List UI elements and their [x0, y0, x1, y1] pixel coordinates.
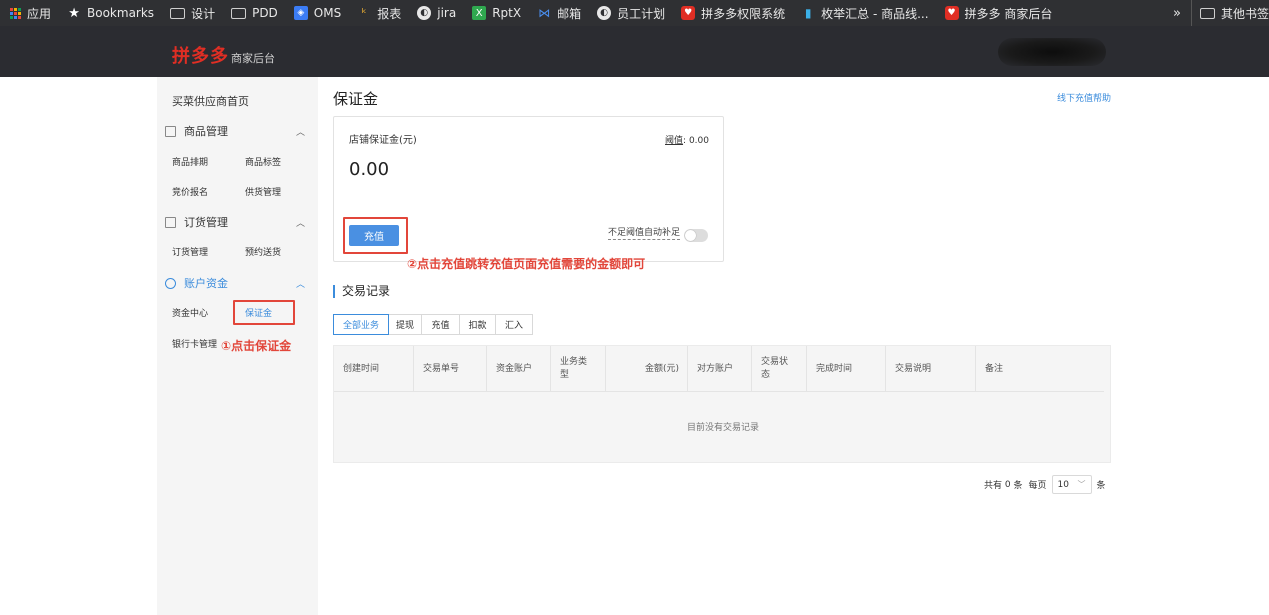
sidebar-item-appointment[interactable]: 预约送货 [245, 245, 281, 258]
pdd-icon: ♥ [681, 6, 696, 20]
section-title-transactions: 交易记录 [333, 285, 390, 298]
logo[interactable]: 拼多多 商家后台 [172, 42, 275, 68]
bookmark-pdd-permission[interactable]: ♥ 拼多多权限系统 [681, 5, 785, 22]
order-icon [165, 216, 176, 228]
mail-icon: ⋈ [538, 6, 551, 20]
sidebar-item-order-manage[interactable]: 订货管理 [172, 245, 208, 258]
column-header: 交易单号 [414, 346, 487, 392]
bookmark-other-folder[interactable]: 其他书签 [1190, 0, 1269, 26]
globe-icon: ◐ [597, 6, 612, 20]
user-avatar-blurred[interactable] [998, 38, 1106, 66]
annotation-box-deposit [233, 300, 295, 325]
box-icon [165, 125, 176, 137]
logo-main-text: 拼多多 [172, 46, 229, 67]
threshold-value: 0.00 [688, 136, 709, 146]
report-icon: ᵏ [361, 6, 367, 20]
column-header: 交易状态 [752, 346, 807, 392]
bookmark-staff-plan[interactable]: ◐ 员工计划 [597, 5, 665, 22]
pdd-icon: ♥ [944, 6, 959, 20]
bookmarks-more-button[interactable]: » [1173, 0, 1181, 26]
star-icon: ★ [68, 5, 80, 21]
tab-withdraw[interactable]: 提现 [389, 314, 422, 335]
sidebar-item-product-tag[interactable]: 商品标签 [245, 155, 281, 168]
deposit-label: 店铺保证金(元) [349, 135, 417, 146]
bookmark-jira[interactable]: ◐ jira [417, 6, 456, 20]
column-header: 创建时间 [334, 346, 414, 392]
column-header: 金额(元) [606, 346, 688, 392]
bookmark-bookmarks[interactable]: ★ Bookmarks [67, 5, 154, 21]
sidebar-item-bank-card[interactable]: 银行卡管理 [172, 337, 217, 350]
bookmark-mail[interactable]: ⋈ 邮箱 [537, 5, 581, 22]
top-header: 拼多多 商家后台 [0, 26, 1269, 77]
pagination: 共有 0 条 每页 10 ﹀ 条 [984, 475, 1106, 494]
chevron-down-icon: ﹀ [1077, 480, 1086, 489]
business-type-tabs: 全部业务 提现 充值 扣款 汇入 [333, 314, 533, 335]
empty-state-text: 目前没有交易记录 [686, 423, 759, 433]
table-header: 创建时间 交易单号 资金账户 业务类型 金额(元) 对方账户 交易状态 完成时间… [334, 346, 1104, 392]
column-header: 资金账户 [487, 346, 551, 392]
chevron-up-icon: ︿ [295, 218, 305, 229]
sidebar-group-account-funds[interactable]: 账户资金 ︿ [165, 275, 305, 291]
folder-icon [231, 7, 247, 19]
sidebar-home-link[interactable]: 买菜供应商首页 [172, 93, 249, 109]
column-header: 备注 [985, 363, 1004, 374]
chevron-up-icon: ︿ [295, 127, 305, 138]
annotation-step1: ①点击保证金 [221, 339, 292, 353]
sidebar-item-fund-center[interactable]: 资金中心 [172, 306, 208, 319]
column-header: 对方账户 [688, 346, 752, 392]
deposit-amount: 0.00 [349, 159, 390, 180]
sidebar-item-bidding[interactable]: 竞价报名 [172, 185, 208, 198]
page-size-select[interactable]: 10 ﹀ [1051, 475, 1092, 494]
threshold-display: 阈值: 0.00 [665, 136, 709, 146]
transaction-table: 创建时间 交易单号 资金账户 业务类型 金额(元) 对方账户 交易状态 完成时间… [333, 345, 1111, 463]
sidebar-group-order[interactable]: 订货管理 ︿ [165, 214, 305, 230]
rptx-icon: X [472, 6, 487, 20]
globe-icon: ◐ [417, 6, 432, 20]
chevron-up-icon: ︿ [295, 279, 305, 290]
apps-grid-icon [10, 7, 21, 19]
folder-icon [1199, 7, 1215, 19]
sidebar-item-supply[interactable]: 供货管理 [245, 185, 281, 198]
column-header: 完成时间 [807, 346, 886, 392]
funds-icon [165, 277, 176, 289]
tab-all[interactable]: 全部业务 [333, 314, 389, 335]
total-count: 0 [1004, 479, 1011, 490]
sidebar-group-product[interactable]: 商品管理 ︿ [165, 123, 305, 139]
bookmark-report[interactable]: ᵏ 报表 [357, 5, 402, 22]
annotation-step2: ②点击充值跳转充值页面充值需要的金额即可 [407, 257, 646, 271]
tab-deduction[interactable]: 扣款 [460, 314, 496, 335]
bookmark-folder-pdd[interactable]: PDD [231, 6, 278, 20]
bookmark-rptx[interactable]: X RptX [472, 6, 521, 20]
bookmarks-bar: 应用 ★ Bookmarks 设计 PDD ◈ OMS ᵏ 报表 ◐ jira … [0, 0, 1269, 26]
column-header: 交易说明 [886, 346, 976, 392]
chart-icon: ▮ [804, 6, 812, 20]
page-title: 保证金 [333, 90, 379, 108]
threshold-label[interactable]: 阈值 [665, 136, 683, 146]
auto-topup-toggle[interactable] [684, 229, 708, 242]
tab-import[interactable]: 汇入 [496, 314, 533, 335]
folder-icon [170, 7, 186, 19]
annotation-box-recharge [343, 217, 408, 254]
auto-topup-label: 不足阈值自动补足 [608, 228, 681, 240]
bookmark-folder-design[interactable]: 设计 [170, 5, 215, 22]
oms-icon: ◈ [293, 6, 308, 20]
offline-recharge-help-link[interactable]: 线下充值帮助 [1057, 91, 1111, 104]
logo-sub-text: 商家后台 [231, 52, 275, 65]
tab-recharge[interactable]: 充值 [422, 314, 460, 335]
column-header: 业务类型 [551, 346, 606, 392]
bookmark-pdd-merchant[interactable]: ♥ 拼多多 商家后台 [944, 5, 1052, 22]
bookmark-oms[interactable]: ◈ OMS [293, 6, 341, 20]
sidebar-item-product-schedule[interactable]: 商品排期 [172, 155, 208, 168]
bookmark-enum-summary[interactable]: ▮ 枚举汇总 - 商品线... [801, 5, 929, 22]
bookmark-apps[interactable]: 应用 [10, 5, 51, 22]
